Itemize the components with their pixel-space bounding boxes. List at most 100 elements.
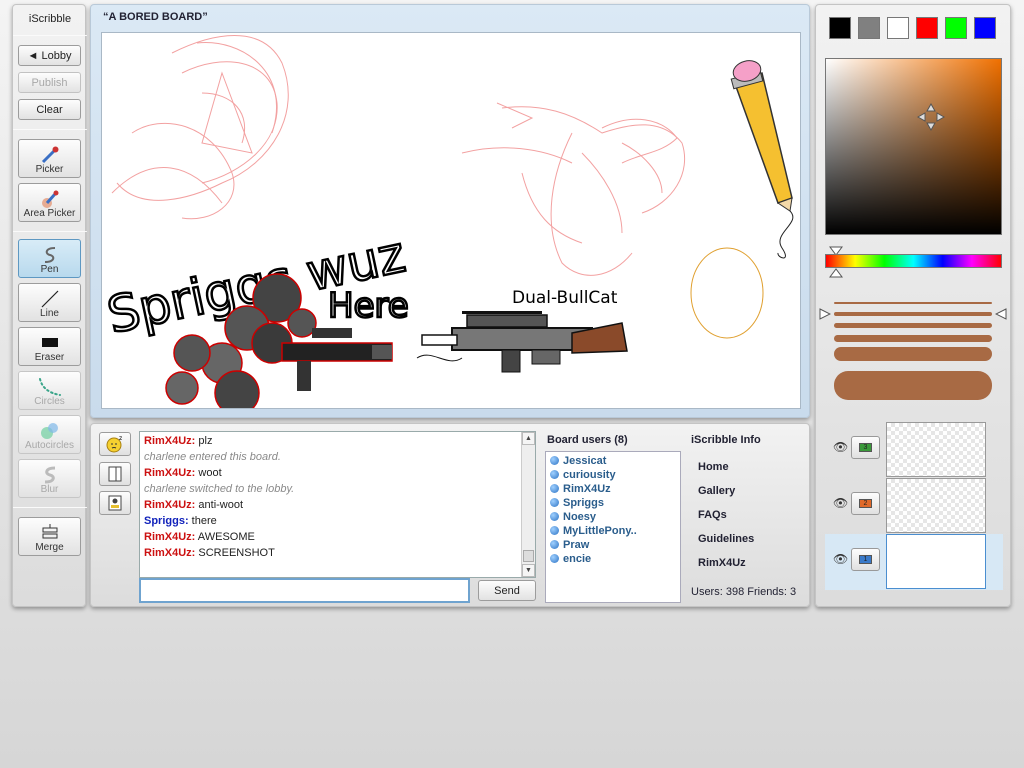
chat-username[interactable]: RimX4Uz:	[144, 467, 195, 479]
eraser-tool[interactable]: Eraser	[18, 327, 81, 366]
pen-tool[interactable]: Pen	[18, 239, 81, 278]
chat-scrollbar[interactable]: ▲ ▼	[521, 432, 535, 577]
board-user-name: Jessicat	[563, 455, 607, 467]
board-user-item[interactable]: RimX4Uz	[550, 483, 611, 495]
layer-number-button[interactable]: 2	[851, 492, 880, 515]
publish-button[interactable]: Publish	[18, 72, 81, 93]
line-tool[interactable]: Line	[18, 283, 81, 322]
area-picker-tool[interactable]: Area Picker	[18, 183, 81, 222]
emoticon-button[interactable]: z	[99, 432, 131, 456]
crosshair-icon	[916, 102, 946, 132]
layer-thumbnail[interactable]	[886, 534, 986, 589]
board-user-name: MyLittlePony..	[563, 525, 637, 537]
chat-message: RimX4Uz: SCREENSHOT	[144, 547, 275, 559]
circles-tool[interactable]: Circles	[18, 371, 81, 410]
layer-number-button[interactable]: 1	[851, 548, 880, 571]
brush-size-4[interactable]	[834, 335, 992, 342]
info-link-guidelines[interactable]: Guidelines	[698, 533, 754, 545]
info-link-gallery[interactable]: Gallery	[698, 485, 735, 497]
color-swatch[interactable]	[974, 17, 996, 39]
svg-text:z: z	[119, 435, 122, 442]
eye-icon[interactable]: 👁	[833, 496, 848, 510]
canvas-here-text: Here	[328, 286, 409, 326]
color-swatch[interactable]	[945, 17, 967, 39]
eye-icon[interactable]: 👁	[833, 552, 848, 566]
chat-input[interactable]	[139, 578, 470, 603]
info-link-home[interactable]: Home	[698, 461, 729, 473]
picker-tool[interactable]: Picker	[18, 139, 81, 178]
chat-message: RimX4Uz: AWESOME	[144, 531, 255, 543]
board-user-item[interactable]: MyLittlePony..	[550, 525, 637, 537]
color-swatch[interactable]	[916, 17, 938, 39]
chat-username[interactable]: RimX4Uz:	[144, 547, 195, 559]
blur-label: Blur	[40, 484, 59, 495]
scroll-up-icon[interactable]: ▲	[522, 432, 535, 445]
area-picker-label: Area Picker	[23, 208, 76, 219]
hue-marker-bottom-icon[interactable]	[829, 268, 843, 278]
divider	[13, 129, 87, 130]
chat-text: plz	[195, 435, 213, 447]
autocircles-tool[interactable]: Autocircles	[18, 415, 81, 454]
board-user-item[interactable]: Praw	[550, 539, 589, 551]
board-user-name: Noesy	[563, 511, 597, 523]
merge-button[interactable]: Merge	[18, 517, 81, 556]
brush-size-5[interactable]	[834, 347, 992, 361]
color-swatch[interactable]	[829, 17, 851, 39]
layer-row[interactable]: 👁 3	[825, 422, 1003, 478]
brush-size-6[interactable]	[834, 371, 992, 400]
board-user-item[interactable]: encie	[550, 553, 591, 565]
color-gradient-picker[interactable]	[825, 58, 1002, 235]
chat-username[interactable]: RimX4Uz:	[144, 499, 195, 511]
info-link-faqs[interactable]: FAQs	[698, 509, 727, 521]
lobby-button[interactable]: ◄ Lobby	[18, 45, 81, 66]
board-user-item[interactable]: Noesy	[550, 511, 596, 523]
color-swatch[interactable]	[858, 17, 880, 39]
chat-username[interactable]: Spriggs:	[144, 515, 189, 527]
blur-tool[interactable]: Blur	[18, 459, 81, 498]
layer-number: 2	[859, 499, 872, 508]
chat-message: RimX4Uz: anti-woot	[144, 499, 243, 511]
globe-icon	[550, 470, 559, 479]
circles-label: Circles	[34, 396, 65, 407]
chat-text: there	[188, 515, 217, 527]
gun-drawing	[416, 311, 628, 373]
scroll-thumb[interactable]	[523, 550, 534, 562]
eye-icon[interactable]: 👁	[833, 440, 848, 454]
color-swatch[interactable]	[887, 17, 909, 39]
globe-icon	[550, 456, 559, 465]
panel-layout-icon	[108, 466, 122, 482]
layer-thumbnail[interactable]	[886, 478, 986, 533]
layer-row[interactable]: 👁 1	[825, 534, 1003, 590]
scroll-down-icon[interactable]: ▼	[522, 564, 535, 577]
brush-size-2[interactable]	[834, 312, 992, 316]
autocircles-label: Autocircles	[25, 440, 74, 451]
layer-row[interactable]: 👁 2	[825, 478, 1003, 534]
brush-size-1[interactable]	[834, 302, 992, 304]
clear-button[interactable]: Clear	[18, 99, 81, 120]
pen-label: Pen	[40, 264, 59, 275]
board-user-item[interactable]: curiousity	[550, 469, 616, 481]
line-label: Line	[40, 308, 59, 319]
globe-icon	[550, 498, 559, 507]
board-user-item[interactable]: Jessicat	[550, 455, 606, 467]
globe-icon	[550, 512, 559, 521]
drawing-canvas[interactable]: Spriggs wuz Here Dual-BullCat	[101, 32, 801, 409]
chat-message: Spriggs: there	[144, 515, 217, 527]
layer-thumbnail[interactable]	[886, 422, 986, 477]
board-user-name: curiousity	[563, 469, 616, 481]
chat-username[interactable]: RimX4Uz:	[144, 531, 195, 543]
board-user-item[interactable]: Spriggs	[550, 497, 604, 509]
chat-panel: z RimX4Uz: plz charlene entered this boar…	[90, 423, 810, 607]
board-user-name: RimX4Uz	[563, 483, 611, 495]
hue-slider[interactable]	[825, 254, 1002, 268]
toggle-layout-button[interactable]	[99, 462, 131, 486]
user-profile-button[interactable]	[99, 491, 131, 515]
sleepy-face-icon: z	[106, 435, 122, 453]
layer-number-button[interactable]: 3	[851, 436, 880, 459]
canvas-gun-label: Dual-BullCat	[512, 288, 618, 308]
info-link-rimx4uz[interactable]: RimX4Uz	[698, 557, 746, 569]
board-user-name: Spriggs	[563, 497, 604, 509]
chat-username[interactable]: RimX4Uz:	[144, 435, 195, 447]
brush-size-3[interactable]	[834, 323, 992, 328]
send-button[interactable]: Send	[478, 580, 536, 601]
